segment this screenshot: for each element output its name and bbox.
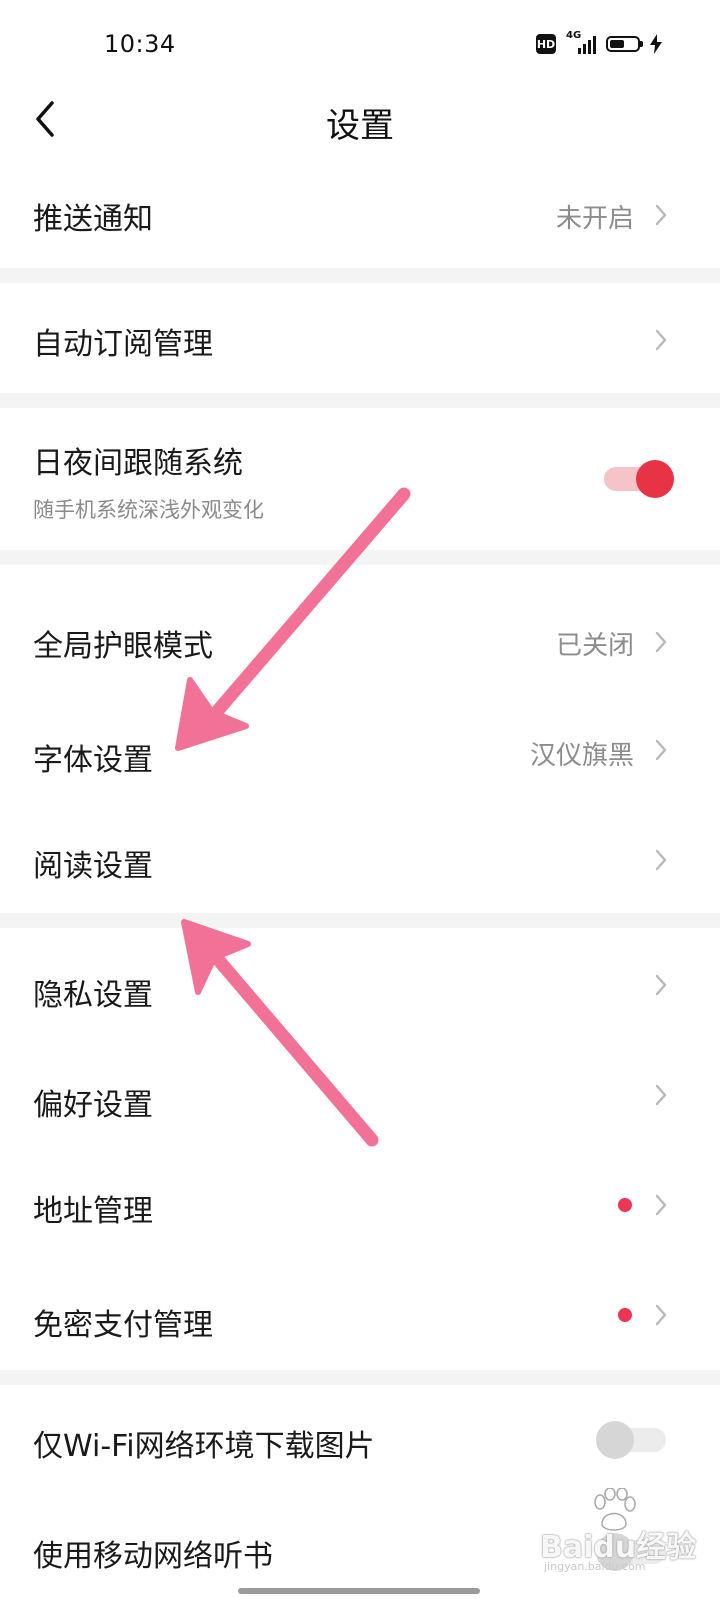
signal-4g-icon: 4G	[566, 30, 596, 55]
privacy-settings-label: 隐私设置	[33, 978, 153, 1013]
wifi-only-images-row: 仅Wi-Fi网络环境下载图片	[0, 1385, 720, 1495]
font-settings-value: 汉仪旗黑	[529, 741, 634, 771]
push-notifications-row[interactable]: 推送通知 未开启	[0, 158, 720, 268]
section-divider	[0, 550, 720, 565]
eye-protection-value: 已关闭	[555, 631, 634, 661]
auto-subscribe-label: 自动订阅管理	[33, 327, 213, 362]
baidu-jingyan-watermark: Baidu经验 jingyan.baidu.com	[540, 1488, 700, 1578]
privacy-settings-row[interactable]: 隐私设置	[0, 930, 720, 1040]
charging-bolt-icon	[650, 34, 662, 54]
watermark-url: jingyan.baidu.com	[544, 1560, 646, 1573]
notification-dot	[618, 1308, 632, 1322]
chevron-right-icon	[655, 739, 667, 761]
chevron-right-icon	[655, 329, 667, 351]
eye-protection-label: 全局护眼模式	[33, 629, 213, 664]
battery-level	[610, 40, 624, 48]
password-free-payment-row[interactable]: 免密支付管理	[0, 1260, 720, 1370]
hd-icon: HD	[536, 34, 556, 54]
follow-system-theme-toggle[interactable]	[604, 460, 674, 498]
page-title: 设置	[326, 106, 394, 146]
notification-dot	[618, 1198, 632, 1212]
reading-settings-row[interactable]: 阅读设置	[0, 805, 720, 913]
password-free-payment-label: 免密支付管理	[33, 1308, 213, 1343]
preference-settings-row[interactable]: 偏好设置	[0, 1040, 720, 1150]
section-divider	[0, 393, 720, 408]
chevron-right-icon	[655, 974, 667, 996]
wifi-only-images-toggle[interactable]	[596, 1421, 666, 1459]
font-settings-label: 字体设置	[33, 743, 153, 778]
chevron-right-icon	[655, 849, 667, 871]
reading-settings-label: 阅读设置	[33, 849, 153, 884]
address-management-row[interactable]: 地址管理	[0, 1150, 720, 1260]
status-icons: HD 4G	[536, 30, 662, 55]
status-bar: 10:34 HD 4G	[0, 0, 720, 90]
eye-protection-row[interactable]: 全局护眼模式 已关闭	[0, 585, 720, 695]
chevron-right-icon	[655, 1084, 667, 1106]
battery-icon	[606, 36, 643, 52]
font-settings-row[interactable]: 字体设置 汉仪旗黑	[0, 695, 720, 805]
home-indicator[interactable]	[238, 1588, 480, 1594]
wifi-only-images-label: 仅Wi-Fi网络环境下载图片	[33, 1429, 375, 1464]
status-time: 10:34	[104, 30, 176, 58]
section-divider	[0, 1370, 720, 1385]
push-notifications-value: 未开启	[555, 204, 634, 234]
push-notifications-label: 推送通知	[33, 202, 153, 237]
preference-settings-label: 偏好设置	[33, 1088, 153, 1123]
follow-system-theme-label: 日夜间跟随系统	[33, 446, 243, 481]
address-management-label: 地址管理	[33, 1194, 153, 1229]
mobile-network-audio-label: 使用移动网络听书	[33, 1539, 273, 1574]
auto-subscribe-row[interactable]: 自动订阅管理	[0, 283, 720, 393]
chevron-right-icon	[655, 631, 667, 653]
section-divider	[0, 268, 720, 283]
follow-system-theme-row: 日夜间跟随系统 随手机系统深浅外观变化	[0, 408, 720, 550]
section-divider	[0, 913, 720, 928]
nav-bar: 设置	[0, 90, 720, 150]
chevron-right-icon	[655, 1304, 667, 1326]
chevron-right-icon	[655, 1194, 667, 1216]
follow-system-theme-subtitle: 随手机系统深浅外观变化	[33, 498, 264, 522]
chevron-right-icon	[655, 204, 667, 226]
